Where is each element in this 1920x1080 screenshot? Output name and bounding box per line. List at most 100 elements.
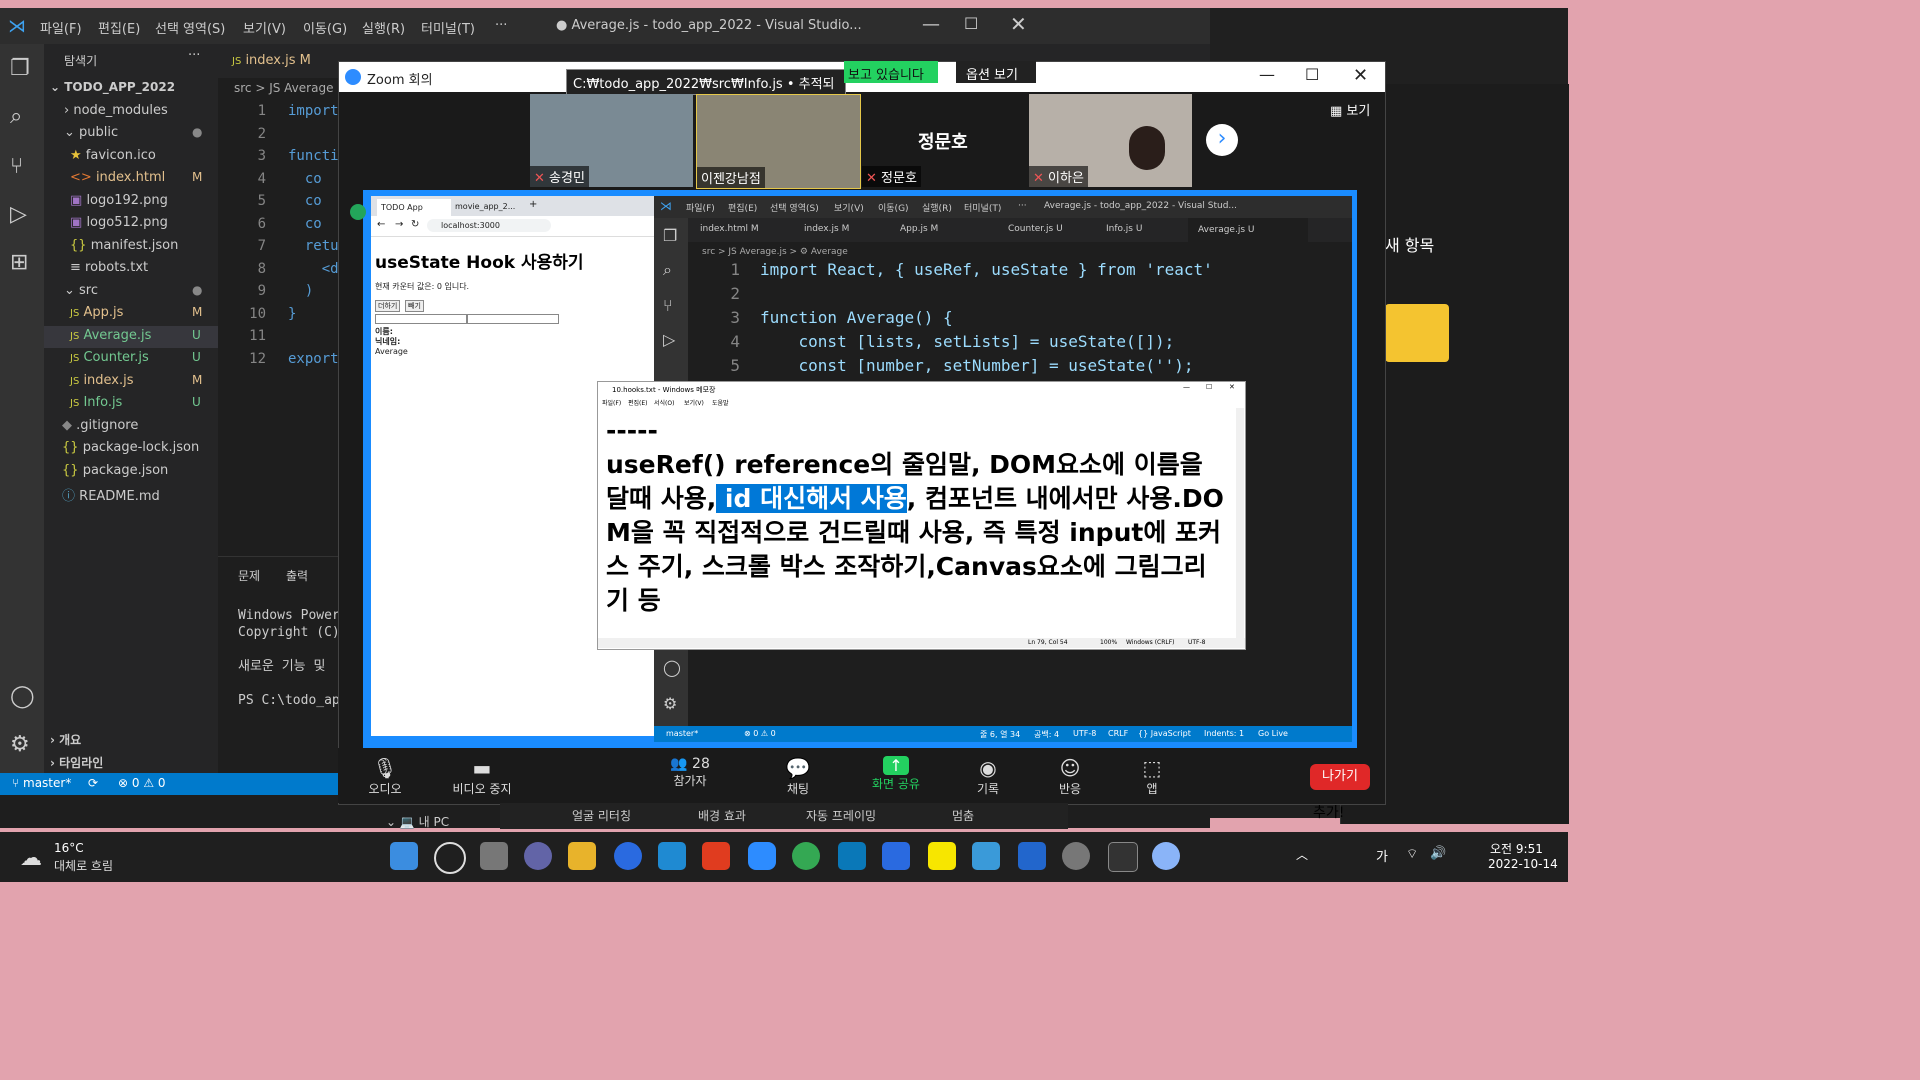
shared-menu-edit[interactable]: 편집(E)	[728, 201, 757, 214]
browser-tab[interactable]: movie_app_2...	[455, 202, 515, 211]
stop-video-button[interactable]: ▬ 비디오 중지	[442, 756, 522, 797]
add-button[interactable]: 더하기	[375, 300, 401, 312]
chat-button[interactable]: 💬 채팅	[778, 756, 818, 797]
tray-chevron-icon[interactable]: ︿	[1296, 846, 1308, 863]
powershell-icon[interactable]	[1018, 842, 1046, 870]
menu-run[interactable]: 실행(R)	[362, 18, 405, 37]
zoom-minimize-icon[interactable]: —	[1259, 65, 1275, 84]
browser-tab[interactable]: TODO App	[377, 199, 451, 216]
my-pc-item[interactable]: ⌄ 💻 내 PC	[386, 813, 449, 830]
tree-item[interactable]: JS Average.js	[70, 328, 151, 343]
address-bar[interactable]: localhost:3000	[427, 219, 551, 232]
name-input[interactable]	[375, 314, 467, 324]
maximize-icon[interactable]: ☐	[964, 14, 978, 33]
shared-menu-run[interactable]: 실행(R)	[922, 201, 952, 214]
tab-index-js[interactable]: JS index.js M	[232, 53, 311, 68]
clock-date[interactable]: 2022-10-14	[1488, 857, 1558, 871]
vscode-icon[interactable]	[658, 842, 686, 870]
tree-item[interactable]: ◆ .gitignore	[62, 418, 138, 433]
timeline-section[interactable]: › 타임라인	[50, 754, 103, 771]
tree-item[interactable]: <> index.html	[70, 170, 165, 185]
app-icon[interactable]	[838, 842, 866, 870]
account-icon[interactable]: ◯	[10, 684, 35, 709]
audio-button[interactable]: 🎙 오디오	[360, 756, 410, 797]
subtract-button[interactable]: 빼기	[405, 300, 424, 312]
menu-selection[interactable]: 선택 영역(S)	[155, 18, 225, 37]
search-icon[interactable]	[434, 842, 466, 874]
next-page-icon[interactable]: ›	[1206, 124, 1238, 156]
shared-menu-file[interactable]: 파일(F)	[686, 201, 715, 214]
weather-temp[interactable]: 16°C	[54, 841, 84, 855]
terminal[interactable]: Windows Powers Copyright (C) 새로운 기능 및 PS…	[238, 607, 348, 709]
run-debug-icon[interactable]: ▷	[10, 202, 27, 227]
reactions-button[interactable]: ☺ 반응	[1050, 756, 1090, 797]
source-control-icon[interactable]: ⑂	[10, 154, 23, 179]
settings-icon[interactable]	[1062, 842, 1090, 870]
tree-item[interactable]: ▣ logo512.png	[70, 215, 168, 230]
extensions-icon[interactable]: ⊞	[10, 250, 28, 275]
panel-tab-problems[interactable]: 문제	[238, 567, 260, 584]
leave-button[interactable]: 나가기	[1310, 764, 1370, 790]
shared-menu-more[interactable]: ···	[1018, 201, 1027, 211]
weather-desc[interactable]: 대체로 흐림	[54, 857, 113, 874]
back-icon[interactable]: ←	[377, 219, 385, 230]
shared-menu-go[interactable]: 이동(G)	[878, 201, 909, 214]
photos-icon[interactable]	[882, 842, 910, 870]
tree-item[interactable]: ≡ robots.txt	[70, 260, 148, 275]
apps-button[interactable]: ⬚ 앱	[1132, 756, 1172, 797]
sync-icon[interactable]: ⟳	[88, 776, 98, 790]
problems-status[interactable]: ⊗ 0 ⚠ 0	[118, 776, 166, 790]
close-icon[interactable]: ✕	[1010, 12, 1027, 36]
explorer-icon[interactable]: ❐	[10, 56, 30, 81]
shared-menu-terminal[interactable]: 터미널(T)	[964, 201, 1001, 214]
participant-tile[interactable]: 정문호 ✕ 정문호	[862, 94, 1025, 187]
volume-icon[interactable]: 🔊	[1430, 846, 1446, 861]
tree-item[interactable]: ▣ logo192.png	[70, 193, 168, 208]
zoom-icon[interactable]	[748, 842, 776, 870]
outline-section[interactable]: › 개요	[50, 731, 81, 748]
panel-tab-output[interactable]: 출력	[286, 567, 308, 584]
tree-item[interactable]: {} manifest.json	[70, 238, 178, 253]
tree-item[interactable]: JS App.js	[70, 305, 123, 320]
tree-item[interactable]: ⌄ src	[64, 283, 98, 298]
menu-edit[interactable]: 편집(E)	[98, 18, 140, 37]
share-screen-button[interactable]: ↑ 화면 공유	[862, 756, 930, 792]
record-button[interactable]: ◉ 기록	[968, 756, 1008, 797]
project-root[interactable]: ⌄ TODO_APP_2022	[50, 80, 175, 94]
clock-time[interactable]: 오전 9:51	[1490, 840, 1543, 857]
tree-item[interactable]: {} package-lock.json	[62, 440, 199, 455]
touch-up-option[interactable]: 얼굴 리터칭	[572, 807, 631, 824]
reload-icon[interactable]: ↻	[411, 219, 419, 230]
zoom-maximize-icon[interactable]: ☐	[1305, 65, 1319, 84]
app-face-icon[interactable]	[1152, 842, 1180, 870]
forward-icon[interactable]: →	[395, 219, 403, 230]
participant-tile[interactable]: 이젠강남점	[696, 94, 861, 189]
menu-go[interactable]: 이동(G)	[303, 18, 347, 37]
file-explorer-icon[interactable]	[568, 842, 596, 870]
start-icon[interactable]	[390, 842, 418, 870]
branch-status[interactable]: ⑂ master*	[12, 776, 71, 790]
tree-item[interactable]: ⓘ README.md	[62, 485, 160, 504]
minimize-icon[interactable]: —	[922, 14, 940, 35]
more-actions-icon[interactable]: ···	[188, 48, 200, 63]
kakaotalk-icon[interactable]	[928, 842, 956, 870]
ime-indicator[interactable]: 가	[1376, 846, 1388, 865]
auto-framing-option[interactable]: 자동 프레이밍	[806, 807, 876, 824]
tree-item[interactable]: › node_modules	[64, 103, 168, 118]
zoom-close-icon[interactable]: ✕	[1353, 65, 1368, 86]
participant-tile[interactable]: ✕ 송경민	[530, 94, 693, 187]
view-button[interactable]: ▦ 보기	[1330, 100, 1370, 119]
tree-item[interactable]: ★ favicon.ico	[70, 148, 156, 163]
teams-chat-icon[interactable]	[524, 842, 552, 870]
new-tab-icon[interactable]: +	[529, 199, 537, 210]
menu-terminal[interactable]: 터미널(T)	[421, 18, 475, 37]
task-view-icon[interactable]	[480, 842, 508, 870]
shared-menu-selection[interactable]: 선택 영역(S)	[770, 201, 819, 214]
tree-item[interactable]: JS Info.js	[70, 395, 122, 410]
menu-file[interactable]: 파일(F)	[40, 18, 82, 37]
terminal-icon[interactable]	[1108, 842, 1138, 872]
notepad-icon[interactable]	[972, 842, 1000, 870]
tree-item[interactable]: JS Counter.js	[70, 350, 149, 365]
tree-item[interactable]: {} package.json	[62, 463, 168, 478]
menu-more[interactable]: ···	[495, 18, 507, 33]
